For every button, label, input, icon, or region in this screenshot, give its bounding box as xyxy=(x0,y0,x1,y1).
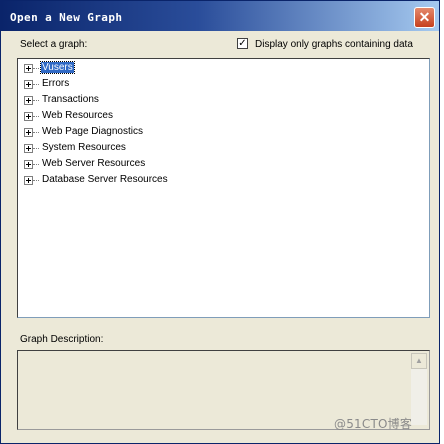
expand-plus-icon[interactable] xyxy=(24,96,33,105)
expand-plus-icon[interactable] xyxy=(24,64,33,73)
tree-item-label[interactable]: Transactions xyxy=(41,94,100,105)
tree-item-label[interactable]: Vusers xyxy=(40,61,75,74)
dialog-title: Open a New Graph xyxy=(10,11,123,24)
expand-plus-icon[interactable] xyxy=(24,112,33,121)
tree-item-label[interactable]: Web Resources xyxy=(41,110,114,121)
tree-item-label[interactable]: Web Page Diagnostics xyxy=(41,126,144,137)
close-icon: ✕ xyxy=(418,9,431,25)
tree-connector xyxy=(33,148,39,149)
tree-connector xyxy=(33,68,39,69)
expand-plus-icon[interactable] xyxy=(24,176,33,185)
display-only-data-checkbox[interactable]: ✓ xyxy=(237,38,248,49)
expand-plus-icon[interactable] xyxy=(24,128,33,137)
expand-plus-icon[interactable] xyxy=(24,144,33,153)
expand-plus-icon[interactable] xyxy=(24,80,33,89)
open-graph-dialog: Open a New Graph ✕ Select a graph: ✓ Dis… xyxy=(0,0,440,444)
tree-connector xyxy=(33,180,39,181)
tree-connector xyxy=(33,84,39,85)
graph-description-label: Graph Description: xyxy=(20,334,104,345)
select-graph-label: Select a graph: xyxy=(20,39,88,50)
display-only-data-label[interactable]: Display only graphs containing data xyxy=(255,39,413,50)
tree-connector xyxy=(33,100,39,101)
tree-item-label[interactable]: Web Server Resources xyxy=(41,158,146,169)
tree-item-label[interactable]: Errors xyxy=(41,78,70,89)
scroll-up-arrow-icon[interactable]: ▲ xyxy=(411,353,427,369)
tree-item-label[interactable]: System Resources xyxy=(41,142,127,153)
tree-connector xyxy=(33,164,39,165)
tree-connector xyxy=(33,116,39,117)
tree-connector xyxy=(33,132,39,133)
graph-tree[interactable]: Vusers Errors Transactions Web Resources… xyxy=(17,58,430,318)
close-button[interactable]: ✕ xyxy=(414,7,435,28)
description-scrollbar[interactable]: ▲ xyxy=(411,353,427,425)
title-bar[interactable]: Open a New Graph ✕ xyxy=(1,1,439,31)
tree-item-label[interactable]: Database Server Resources xyxy=(41,174,169,185)
watermark: @51CTO博客 xyxy=(334,417,413,431)
expand-plus-icon[interactable] xyxy=(24,160,33,169)
